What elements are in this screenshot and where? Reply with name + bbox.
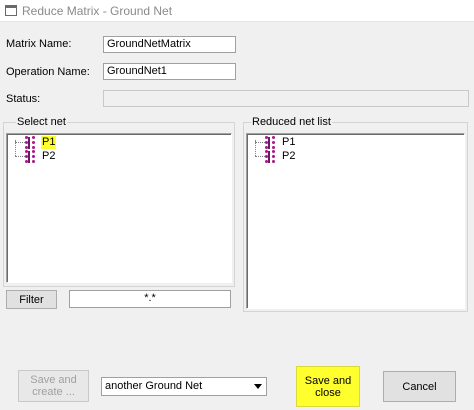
reduce-matrix-dialog: Reduce Matrix - Ground Net Matrix Name: … [0,0,474,410]
save-and-close-label: Save and close [303,372,353,401]
save-and-create-label: Save and create ... [30,374,77,398]
operation-name-input[interactable]: GroundNet1 [103,63,236,80]
reduced-net-label: Reduced net list [251,116,332,128]
filter-input[interactable]: *.* [69,290,231,308]
tree-connector [255,142,265,143]
window-title: Reduce Matrix - Ground Net [22,4,173,18]
filter-button[interactable]: Filter [6,290,57,309]
matrix-name-input[interactable]: GroundNetMatrix [103,36,236,53]
tree-item-label: P2 [282,150,296,162]
net-icon [25,150,37,164]
net-type-select[interactable]: another Ground Net [101,377,267,396]
window-icon [5,5,17,16]
save-and-create-button: Save and create ... [18,370,89,402]
select-net-list[interactable]: P1 P2 [6,133,232,283]
chevron-down-icon[interactable] [251,379,265,394]
status-label: Status: [6,93,41,105]
tree-item-label: P2 [42,150,56,162]
net-icon [265,136,277,150]
operation-name-label: Operation Name: [6,66,90,78]
cancel-button[interactable]: Cancel [383,371,456,402]
reduced-net-list[interactable]: P1 P2 [246,133,465,309]
tree-connector [255,156,265,157]
status-field [103,90,469,107]
net-type-value: another Ground Net [105,380,203,392]
tree-item-label: P1 [41,136,57,149]
select-net-label: Select net [16,116,67,128]
matrix-name-label: Matrix Name: [6,38,72,50]
tree-item-label: P1 [282,136,296,148]
net-icon [265,150,277,164]
save-and-close-button[interactable]: Save and close [296,366,360,407]
net-icon [25,136,37,150]
tree-connector [15,156,25,157]
tree-connector [15,142,25,143]
title-bar[interactable]: Reduce Matrix - Ground Net [0,0,474,22]
